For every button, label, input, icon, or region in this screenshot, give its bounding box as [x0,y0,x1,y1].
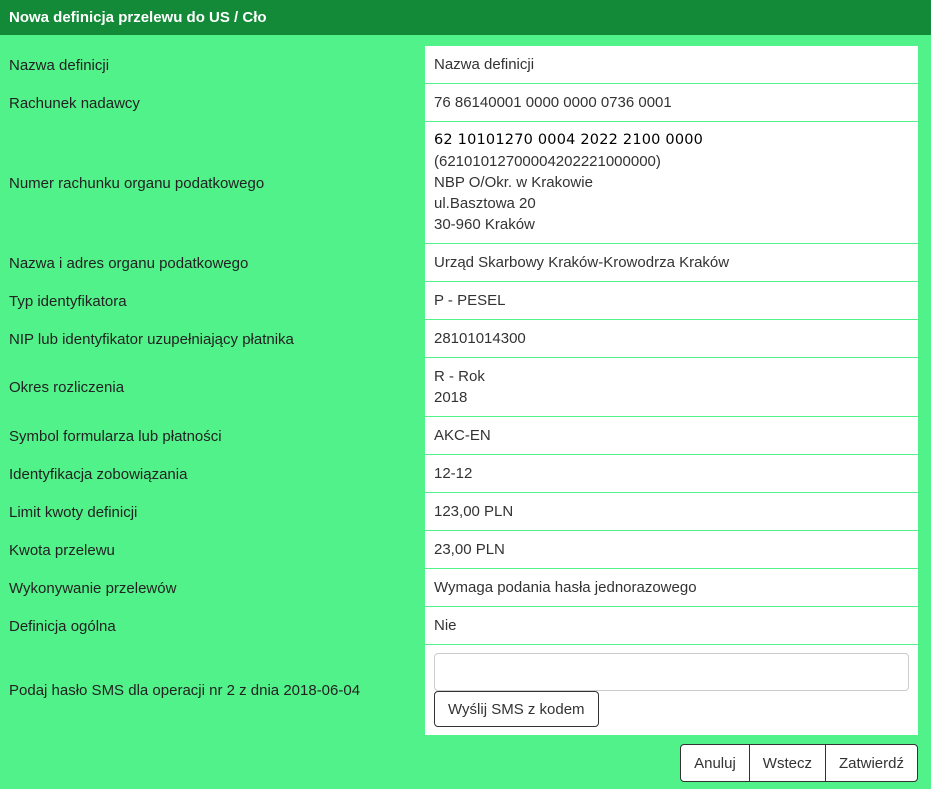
field-value: 62 10101270 0004 2022 2100 0000 (6210101… [425,122,918,244]
field-value: Nie [425,607,918,645]
field-row-tax-office-name: Nazwa i adres organu podatkowego Urząd S… [0,244,931,282]
field-label: Numer rachunku organu podatkowego [9,174,265,192]
field-value: Nazwa definicji [425,46,918,84]
tax-office-street: ul.Basztowa 20 [434,195,536,212]
field-value-text: 12-12 [434,465,473,482]
field-label: Definicja ogólna [9,617,116,635]
field-label: Kwota przelewu [9,541,115,559]
field-label: Typ identyfikatora [9,292,127,310]
field-value: 76 86140001 0000 0000 0736 0001 [425,84,918,122]
field-row-identifier-type: Typ identyfikatora P - PESEL [0,282,931,320]
cancel-button[interactable]: Anuluj [680,744,750,782]
field-row-amount-limit: Limit kwoty definicji 123,00 PLN [0,493,931,531]
field-value: 23,00 PLN [425,531,918,569]
field-value-text: 76 86140001 0000 0000 0736 0001 [434,94,672,111]
tax-office-bank: NBP O/Okr. w Krakowie [434,174,593,191]
field-row-form-symbol: Symbol formularza lub płatności AKC-EN [0,417,931,455]
field-value: AKC-EN [425,417,918,455]
field-value: 28101014300 [425,320,918,358]
field-value-text: 28101014300 [434,330,526,347]
field-value: 12-12 [425,455,918,493]
field-value-text: Nazwa definicji [434,56,535,73]
field-row-general-definition: Definicja ogólna Nie [0,607,931,645]
field-value: 123,00 PLN [425,493,918,531]
field-value-text: 23,00 PLN [434,541,505,558]
field-value-text: 123,00 PLN [434,503,514,520]
field-row-transfer-amount: Kwota przelewu 23,00 PLN [0,531,931,569]
tax-office-city: 30-960 Kraków [434,216,535,233]
field-label: Okres rozliczenia [9,379,125,396]
field-value-text: Wymaga podania hasła jednorazowego [434,579,697,596]
tax-account-raw: (62101012700004202221000000) [434,153,661,170]
field-row-definition-name: Nazwa definicji Nazwa definicji [0,46,931,84]
field-row-transfer-execution: Wykonywanie przelewów Wymaga podania has… [0,569,931,607]
field-row-tax-office-account: Numer rachunku organu podatkowego 62 101… [0,122,931,244]
confirm-button[interactable]: Zatwierdź [824,744,918,782]
field-value: R - Rok 2018 [425,358,918,417]
form-title: Nowa definicja przelewu do US / Cło [9,9,267,26]
field-label: Rachunek nadawcy [9,94,140,112]
field-value-text: Urząd Skarbowy Kraków-Krowodrza Kraków [434,254,730,271]
sms-code-input[interactable] [434,653,909,691]
field-row-settlement-period: Okres rozliczenia R - Rok 2018 [0,358,931,417]
field-value-text: P - PESEL [434,292,506,309]
tax-account-number: 62 10101270 0004 2022 2100 0000 [434,132,704,148]
period-type: R - Rok [434,368,485,385]
field-value: P - PESEL [425,282,918,320]
field-label: NIP lub identyfikator uzupełniający płat… [9,330,294,348]
field-label: Nazwa definicji [9,56,110,74]
field-row-sender-account: Rachunek nadawcy 76 86140001 0000 0000 0… [0,84,931,122]
period-year: 2018 [434,389,468,406]
field-label: Wykonywanie przelewów [9,579,177,597]
sms-code-label: Podaj hasło SMS dla operacji nr 2 z dnia… [9,681,361,699]
back-button[interactable]: Wstecz [748,744,826,782]
field-label: Identyfikacja zobowiązania [9,465,188,483]
field-value: Urząd Skarbowy Kraków-Krowodrza Kraków [425,244,918,282]
field-label: Limit kwoty definicji [9,503,138,521]
field-label: Symbol formularza lub płatności [9,427,222,445]
field-value-text: AKC-EN [434,427,491,444]
field-row-obligation-id: Identyfikacja zobowiązania 12-12 [0,455,931,493]
field-row-sms-code: Podaj hasło SMS dla operacji nr 2 z dnia… [0,645,931,735]
send-sms-button[interactable]: Wyślij SMS z kodem [434,691,599,727]
definition-form: Nazwa definicji Nazwa definicji Rachunek… [0,46,931,735]
sms-code-container: Wyślij SMS z kodem [425,645,918,735]
field-value-text: Nie [434,617,457,634]
form-actions: Anuluj Wstecz Zatwierdź [680,744,918,782]
form-title-bar: Nowa definicja przelewu do US / Cło [0,0,931,35]
field-value: Wymaga podania hasła jednorazowego [425,569,918,607]
field-row-payer-nip: NIP lub identyfikator uzupełniający płat… [0,320,931,358]
field-label: Nazwa i adres organu podatkowego [9,254,249,272]
